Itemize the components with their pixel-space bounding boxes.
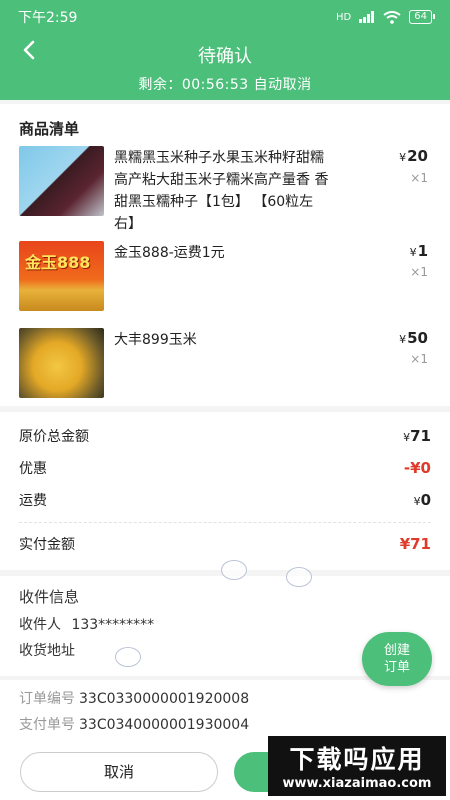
price-value: 50 — [407, 329, 428, 347]
paid-amount-label: 实付金额 — [19, 537, 75, 553]
header: 下午2:59 HD 64 待确认 剩余：00:56:53 自动取消 — [0, 0, 450, 100]
product-name: 金玉888-运费1元 — [114, 245, 225, 261]
signal-icon: HD — [336, 11, 352, 23]
paid-amount-value: ¥71 — [399, 535, 431, 553]
product-image-text: 金玉888 — [25, 253, 91, 272]
price-value: 1 — [417, 242, 428, 260]
product-qty: ×1 — [410, 265, 428, 279]
shipping-number: 0 — [420, 491, 431, 509]
shipping-value: ¥0 — [414, 491, 431, 509]
cellular-icon — [359, 11, 375, 23]
receiver-address-label[interactable]: 收货地址 — [19, 640, 75, 660]
original-total-row: 原价总金额 ¥71 — [19, 426, 431, 446]
currency-symbol: ¥ — [413, 495, 421, 508]
product-image — [19, 146, 104, 216]
goods-card: 商品清单 黑糯黑玉米种子水果玉米种籽甜糯高产粘大甜玉米子糯米高产量香 香甜黑玉糯… — [0, 104, 450, 406]
original-total-number: 71 — [410, 427, 431, 445]
paid-amount-row: 实付金额 ¥71 — [19, 534, 431, 554]
status-time: 下午2:59 — [18, 10, 78, 26]
order-number-value: 33C0330000001920008 — [79, 691, 250, 707]
watermark: 下载吗应用 www.xiazaimao.com — [268, 736, 446, 796]
discount-value: -¥0 — [403, 459, 431, 477]
receiver-name-label: 收件人 — [19, 617, 61, 633]
discount-row: 优惠 -¥0 — [19, 458, 431, 478]
product-price: ¥20 — [399, 147, 428, 165]
touch-indicator — [221, 560, 247, 580]
original-total-value: ¥71 — [403, 427, 431, 445]
order-confirm-page: 下午2:59 HD 64 待确认 剩余：00:56:53 自动取消 商品清单 黑… — [0, 0, 450, 800]
status-bar: 下午2:59 HD 64 — [0, 0, 450, 34]
watermark-title: 下载吗应用 — [289, 745, 425, 774]
price-value: 20 — [407, 147, 428, 165]
amount-card: 原价总金额 ¥71 优惠 -¥0 运费 ¥0 实付金额 ¥71 — [0, 412, 450, 570]
currency-symbol: ¥ — [399, 333, 407, 346]
currency-symbol: ¥ — [409, 246, 417, 259]
shipping-label: 运费 — [19, 493, 47, 509]
product-image: 金玉888 — [19, 241, 104, 311]
payment-number-row: 支付单号 33C0340000001930004 — [19, 714, 249, 734]
product-name: 黑糯黑玉米种子水果玉米种籽甜糯高产粘大甜玉米子糯米高产量香 香甜黑玉糯种子【1包… — [114, 150, 329, 232]
goods-section-title: 商品清单 — [19, 120, 80, 138]
cancel-button[interactable]: 取消 — [20, 752, 218, 792]
receiver-name-row: 收件人 133******** — [19, 614, 154, 634]
product-qty: ×1 — [410, 171, 428, 185]
product-price: ¥1 — [410, 242, 428, 260]
payment-number-value: 33C0340000001930004 — [79, 717, 250, 733]
wifi-icon — [383, 10, 401, 24]
receiver-name-value: 133******** — [71, 617, 155, 633]
countdown-text: 剩余：00:56:53 自动取消 — [138, 77, 312, 93]
create-order-button[interactable]: 创建 订单 — [362, 632, 432, 686]
receiver-section-title: 收件信息 — [19, 588, 80, 606]
original-total-label: 原价总金额 — [19, 429, 89, 445]
touch-indicator — [115, 647, 141, 667]
status-icons: HD 64 — [336, 10, 435, 24]
discount-label: 优惠 — [19, 461, 47, 477]
watermark-url: www.xiazaimao.com — [282, 776, 432, 791]
payment-number-label: 支付单号 — [19, 717, 75, 733]
currency-symbol: ¥ — [399, 151, 407, 164]
shipping-row: 运费 ¥0 — [19, 490, 431, 510]
order-number-label: 订单编号 — [19, 691, 75, 707]
divider — [19, 522, 431, 523]
battery-icon: 64 — [409, 10, 435, 24]
product-price: ¥50 — [399, 329, 428, 347]
product-qty: ×1 — [410, 352, 428, 366]
product-name: 大丰899玉米 — [114, 332, 197, 348]
touch-indicator — [286, 567, 312, 587]
page-title: 待确认 — [198, 46, 252, 67]
product-image — [19, 328, 104, 398]
create-order-label: 创建 订单 — [383, 643, 410, 675]
order-number-row: 订单编号 33C0330000001920008 — [19, 688, 249, 708]
